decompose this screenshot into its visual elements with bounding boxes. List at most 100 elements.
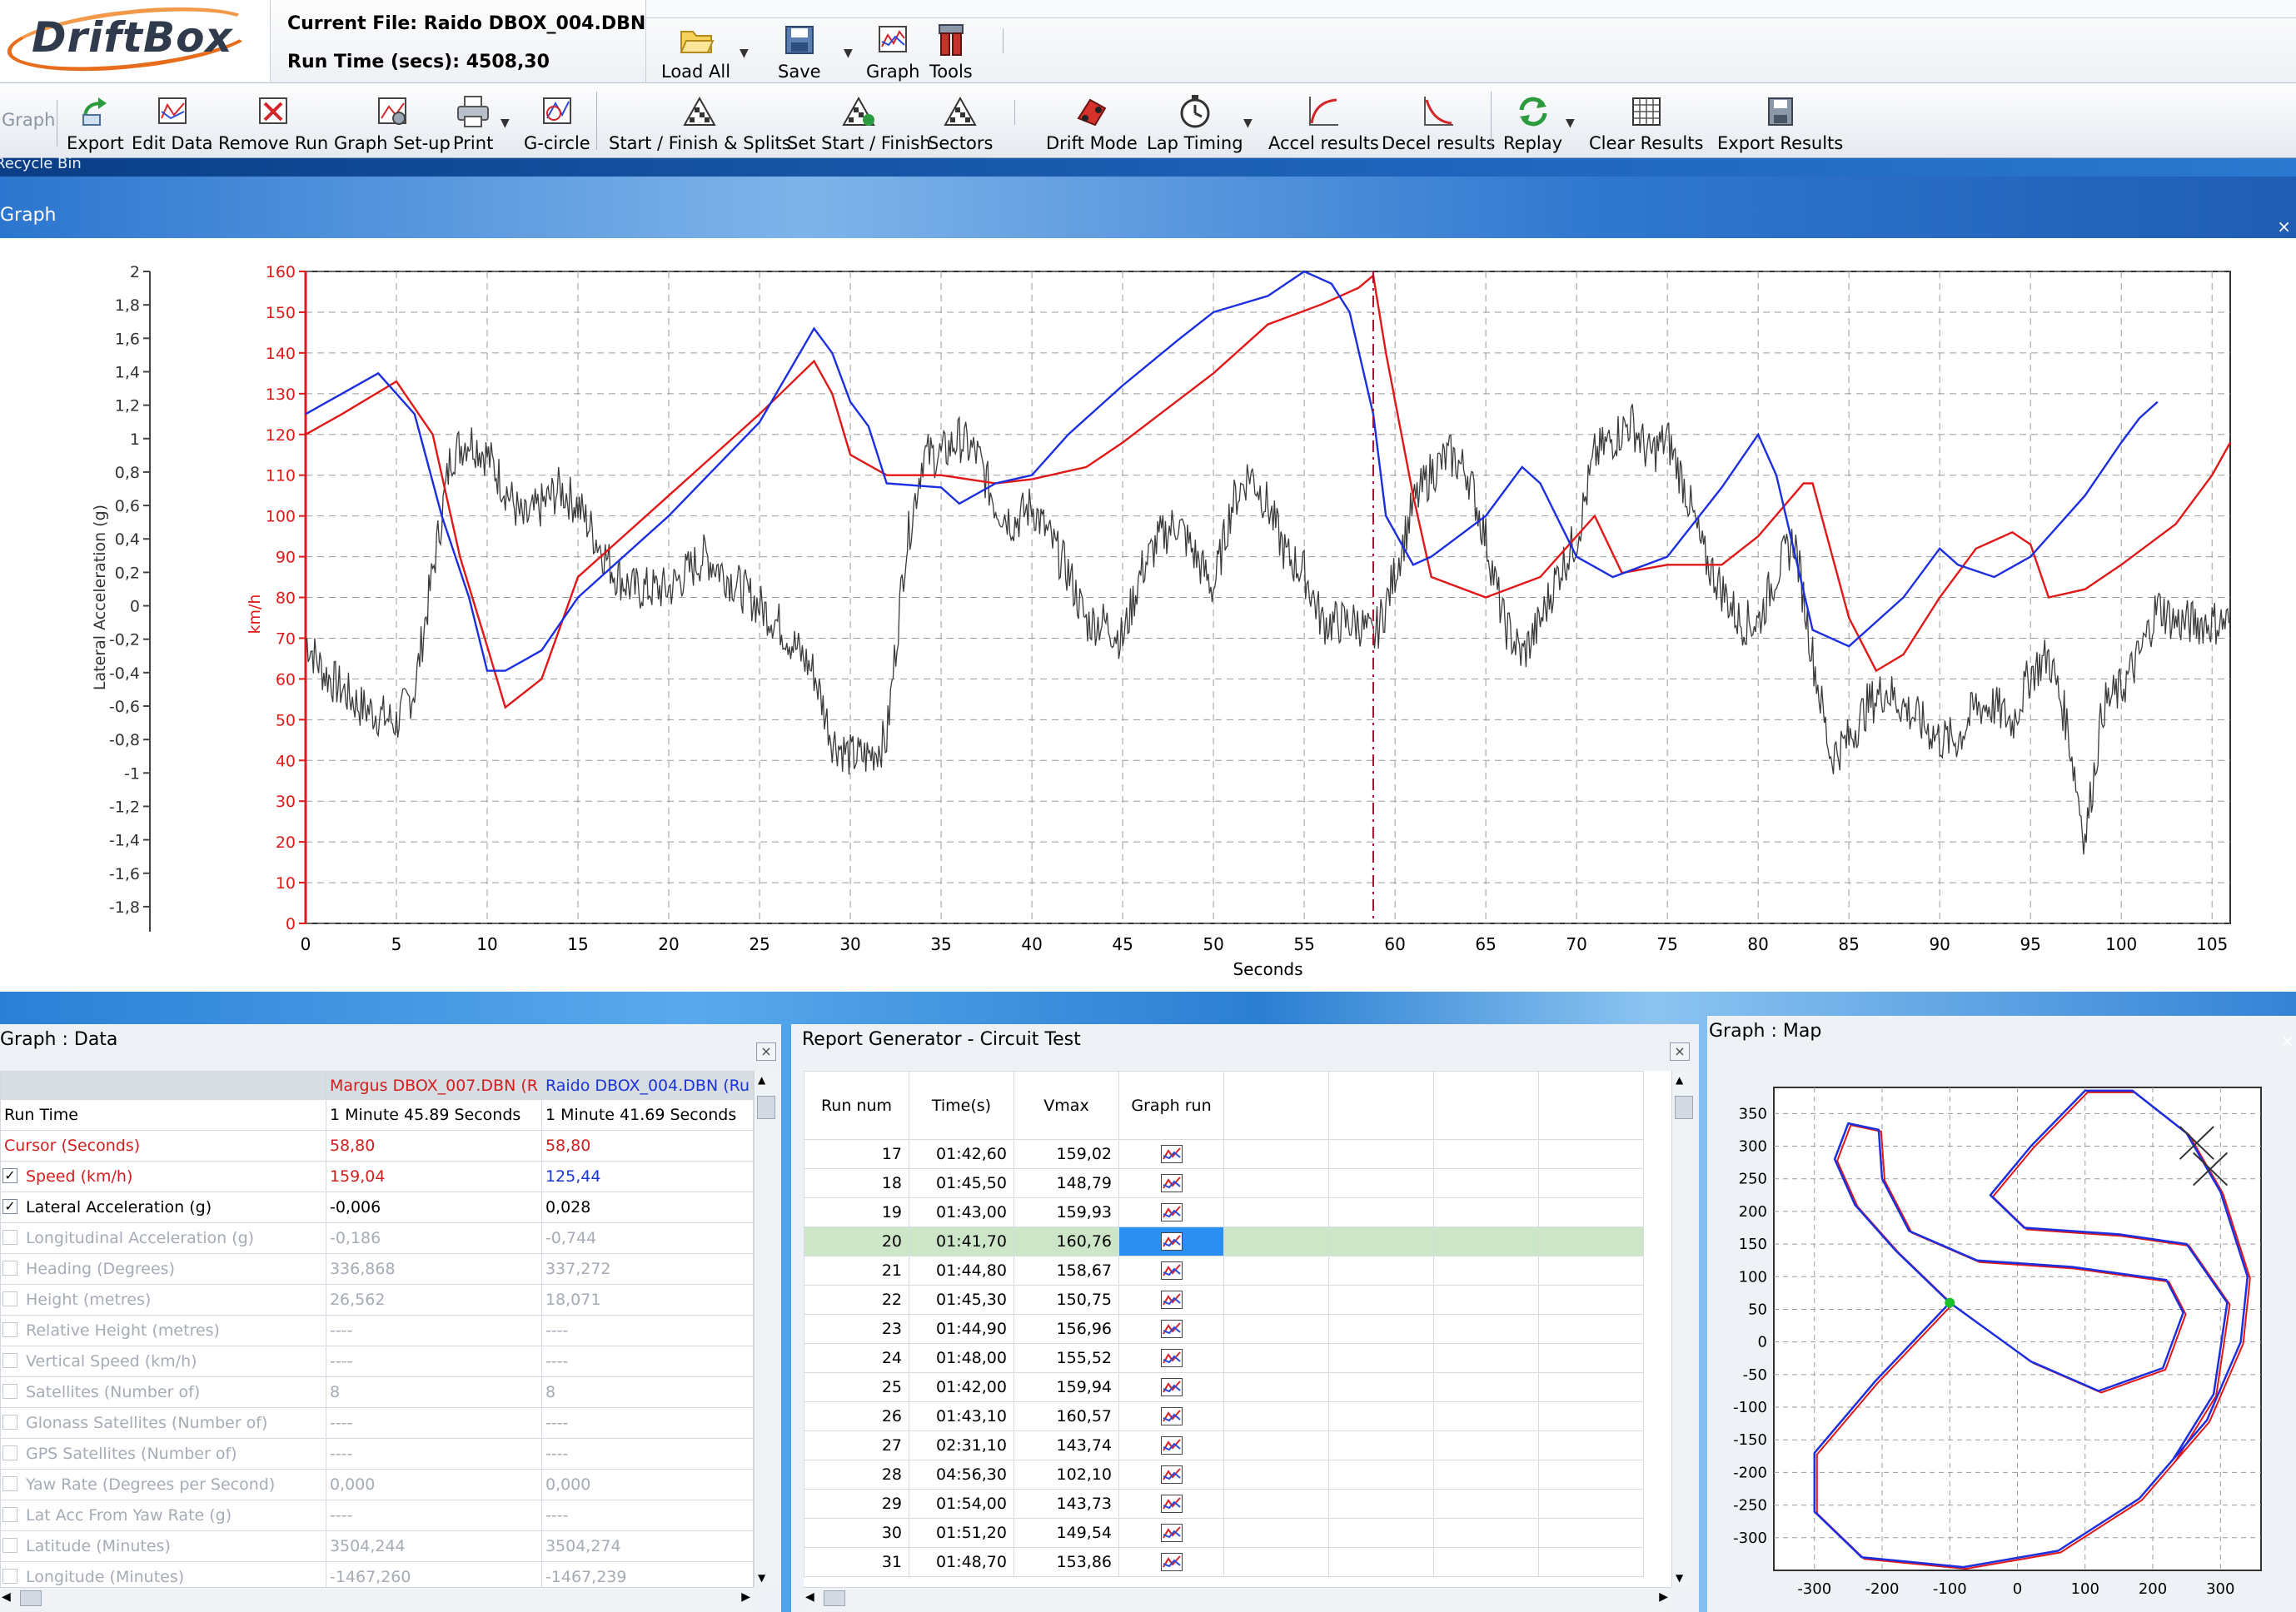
edit-data-button[interactable]: Edit Data <box>132 93 212 153</box>
replay-dropdown[interactable]: ▼ <box>1566 117 1575 130</box>
row-checkbox[interactable] <box>2 1415 17 1430</box>
report-graph-run-cell[interactable] <box>1118 1226 1224 1256</box>
scroll-up-arrow-icon[interactable]: ▲ <box>1676 1074 1683 1086</box>
start-finish-splits-button[interactable]: Start / Finish & Splits <box>609 93 791 153</box>
replay-button[interactable]: Replay <box>1503 93 1562 153</box>
graph-run-icon[interactable] <box>1160 1291 1183 1310</box>
report-graph-run-cell[interactable] <box>1118 1489 1224 1519</box>
speed-lateral-chart[interactable]: 0 5 10 15 20 25 30 35 40 45 50 55 60 65 70 75 80 85 90 95 10… <box>0 238 2296 992</box>
graph-run-icon[interactable] <box>1160 1553 1183 1572</box>
data-vertical-scrollbar[interactable]: ▲ ▼ <box>754 1071 777 1587</box>
data-scroll-thumb[interactable] <box>757 1096 775 1119</box>
set-start-finish-button[interactable]: Set Start / Finish <box>787 93 931 153</box>
row-checkbox[interactable] <box>2 1291 17 1306</box>
report-row[interactable]: 30 01:51,20 149,54 <box>804 1518 1644 1548</box>
report-vertical-scrollbar[interactable]: ▲ ▼ <box>1671 1071 1695 1587</box>
report-row[interactable]: 18 01:45,50 148,79 <box>804 1168 1644 1198</box>
print-button[interactable]: Print <box>453 93 493 153</box>
graph-run-icon[interactable] <box>1160 1407 1183 1426</box>
report-graph-run-cell[interactable] <box>1118 1256 1224 1286</box>
report-graph-run-cell[interactable] <box>1118 1372 1224 1402</box>
row-checkbox[interactable]: ✓ <box>2 1199 17 1214</box>
print-dropdown[interactable]: ▼ <box>501 117 510 130</box>
row-checkbox[interactable]: ✓ <box>2 1168 17 1183</box>
graph-run-icon[interactable] <box>1160 1436 1183 1455</box>
report-row[interactable]: 19 01:43,00 159,93 <box>804 1197 1644 1227</box>
report-hscroll-thumb[interactable] <box>824 1590 845 1606</box>
drift-mode-button[interactable]: Drift Mode <box>1046 93 1138 153</box>
graph-setup-button[interactable]: Graph Set-up <box>334 93 451 153</box>
graph-run-icon[interactable] <box>1160 1495 1183 1514</box>
row-checkbox[interactable] <box>2 1538 17 1553</box>
clear-results-button[interactable]: Clear Results <box>1589 93 1703 153</box>
report-row[interactable]: 24 01:48,00 155,52 <box>804 1343 1644 1373</box>
row-checkbox[interactable] <box>2 1230 17 1245</box>
row-checkbox[interactable] <box>2 1261 17 1276</box>
lap-timing-dropdown[interactable]: ▼ <box>1243 117 1253 130</box>
data-header-run1[interactable]: Margus DBOX_007.DBN (R <box>325 1071 542 1100</box>
report-graph-run-cell[interactable] <box>1118 1314 1224 1344</box>
data-panel-close-button[interactable]: × <box>756 1042 776 1061</box>
g-circle-button[interactable]: G-circle <box>524 93 590 153</box>
report-graph-run-cell[interactable] <box>1118 1401 1224 1431</box>
report-row[interactable]: 31 01:48,70 153,86 <box>804 1547 1644 1577</box>
load-all-button[interactable]: Load All <box>661 22 730 82</box>
data-horizontal-scrollbar[interactable]: ◀ ▶ <box>0 1587 754 1609</box>
accel-results-button[interactable]: Accel results <box>1268 93 1379 153</box>
scroll-left-arrow-icon[interactable]: ◀ <box>805 1590 814 1604</box>
report-row[interactable]: 17 01:42,60 159,02 <box>804 1139 1644 1169</box>
data-hscroll-thumb[interactable] <box>20 1590 42 1606</box>
report-graph-run-cell[interactable] <box>1118 1197 1224 1227</box>
row-checkbox[interactable] <box>2 1384 17 1399</box>
report-column-header[interactable]: Vmax <box>1014 1071 1119 1140</box>
report-graph-run-cell[interactable] <box>1118 1430 1224 1460</box>
report-column-header[interactable]: Run num <box>804 1071 909 1140</box>
remove-run-button[interactable]: Remove Run <box>218 93 328 153</box>
report-row[interactable]: 22 01:45,30 150,75 <box>804 1285 1644 1315</box>
report-graph-run-cell[interactable] <box>1118 1518 1224 1548</box>
track-map[interactable]: -300 -200 -100 0 100 200 300 350 300 250 200 150 100… <box>1707 1054 2296 1612</box>
row-checkbox[interactable] <box>2 1569 17 1584</box>
row-checkbox[interactable] <box>2 1445 17 1460</box>
report-row[interactable]: 20 01:41,70 160,76 <box>804 1226 1644 1256</box>
report-graph-run-cell[interactable] <box>1118 1168 1224 1198</box>
save-button[interactable]: Save <box>778 22 821 82</box>
graph-window-close-button[interactable]: × <box>2277 216 2291 236</box>
lap-timing-button[interactable]: Lap Timing <box>1147 93 1243 153</box>
report-graph-run-cell[interactable] <box>1118 1547 1224 1577</box>
graph-run-icon[interactable] <box>1160 1145 1183 1164</box>
save-dropdown[interactable]: ▼ <box>844 47 853 60</box>
graph-run-icon[interactable] <box>1160 1203 1183 1222</box>
report-graph-run-cell[interactable] <box>1118 1139 1224 1169</box>
scroll-left-arrow-icon[interactable]: ◀ <box>2 1590 11 1604</box>
data-header-run2[interactable]: Raido DBOX_004.DBN (Ru <box>540 1071 754 1100</box>
scroll-up-arrow-icon[interactable]: ▲ <box>758 1074 765 1086</box>
load-all-dropdown[interactable]: ▼ <box>740 47 749 60</box>
report-row[interactable]: 29 01:54,00 143,73 <box>804 1489 1644 1519</box>
export-button[interactable]: Export <box>67 93 124 153</box>
report-row[interactable]: 25 01:42,00 159,94 <box>804 1372 1644 1402</box>
map-panel-close-button[interactable]: × <box>2280 1031 2294 1051</box>
report-graph-run-cell[interactable] <box>1118 1460 1224 1490</box>
row-checkbox[interactable] <box>2 1353 17 1368</box>
row-checkbox[interactable] <box>2 1476 17 1491</box>
row-checkbox[interactable] <box>2 1507 17 1522</box>
report-row[interactable]: 21 01:44,80 158,67 <box>804 1256 1644 1286</box>
scroll-down-arrow-icon[interactable]: ▼ <box>758 1572 765 1584</box>
report-graph-run-cell[interactable] <box>1118 1343 1224 1373</box>
row-checkbox[interactable] <box>2 1322 17 1337</box>
graph-run-icon[interactable] <box>1160 1320 1183 1339</box>
report-column-header[interactable]: Graph run <box>1118 1071 1224 1140</box>
scroll-right-arrow-icon[interactable]: ▶ <box>1659 1590 1668 1604</box>
graph-run-icon[interactable] <box>1160 1524 1183 1543</box>
report-horizontal-scrollbar[interactable]: ◀ ▶ <box>804 1587 1671 1609</box>
export-results-button[interactable]: Export Results <box>1717 93 1843 153</box>
report-row[interactable]: 28 04:56,30 102,10 <box>804 1460 1644 1490</box>
graph-run-icon[interactable] <box>1160 1261 1183 1281</box>
scroll-right-arrow-icon[interactable]: ▶ <box>741 1590 750 1604</box>
report-row[interactable]: 26 01:43,10 160,57 <box>804 1401 1644 1431</box>
sectors-button[interactable]: Sectors <box>928 93 993 153</box>
graph-run-icon[interactable] <box>1160 1349 1183 1368</box>
report-scroll-thumb[interactable] <box>1675 1096 1693 1119</box>
graph-run-icon[interactable] <box>1160 1465 1183 1485</box>
